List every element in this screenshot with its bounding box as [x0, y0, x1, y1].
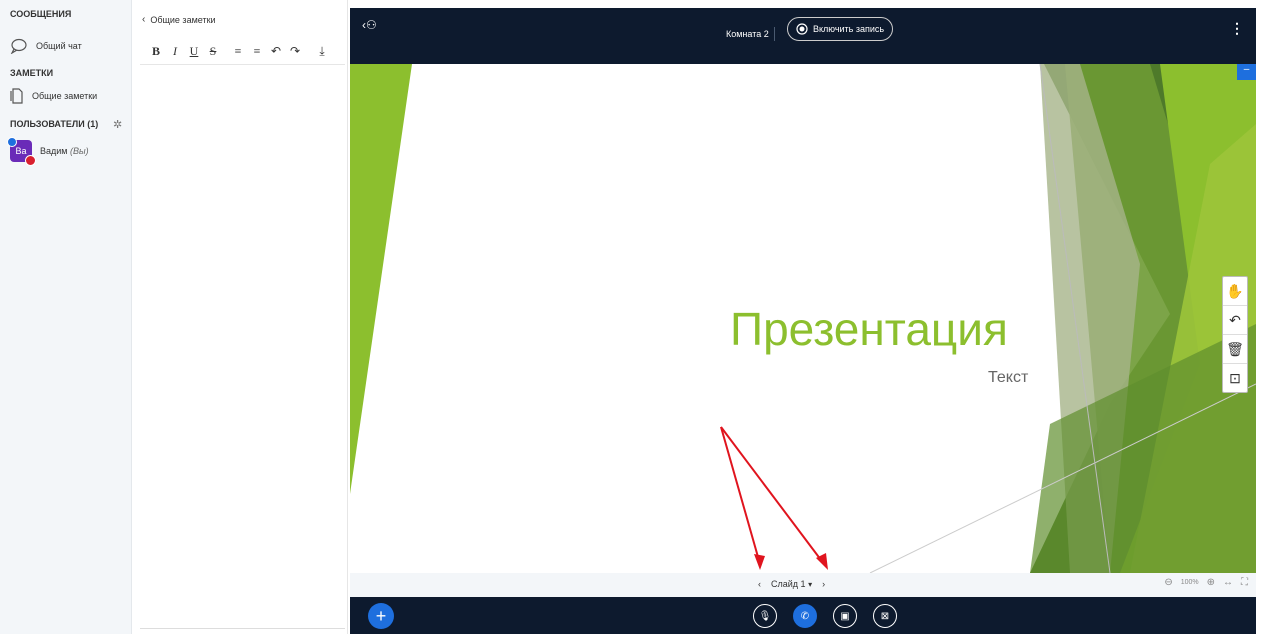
redo-icon[interactable]: ↷ [289, 44, 301, 59]
messages-section-title: СООБЩЕНИЯ [10, 9, 72, 19]
slide-selector[interactable]: Слайд 1 ▾ [771, 579, 812, 589]
bold-button[interactable]: B [150, 44, 162, 59]
user-list-item[interactable]: Ва Вадим (Вы) [7, 137, 89, 166]
phone-icon: ✆ [800, 610, 810, 622]
presenter-badge-icon [7, 137, 17, 147]
options-menu-icon[interactable]: ⋮ [1230, 20, 1244, 37]
slide-controls: ‹ Слайд 1 ▾ › [758, 579, 825, 589]
gear-icon[interactable]: ✲ [113, 118, 122, 131]
avatar-initials: Ва [15, 146, 27, 156]
shared-notes-label: Общие заметки [32, 91, 98, 101]
underline-button[interactable]: U [188, 44, 200, 59]
top-bar: ‹⚇ Комната 2 Включить запись ⋮ [350, 8, 1256, 64]
record-button[interactable]: Включить запись [787, 17, 894, 41]
strikethrough-button[interactable]: S [207, 44, 219, 59]
muted-badge-icon [25, 155, 36, 166]
notes-back-button[interactable]: ‹ Общие заметки [142, 14, 216, 25]
trash-icon[interactable]: 🗑 [1223, 335, 1247, 364]
whiteboard-toolbar: ✋ ↶ 🗑 ⊡ [1222, 276, 1248, 393]
zoom-in-icon[interactable]: ⊕ [1207, 577, 1215, 588]
presentation-slide: Презентация Текст [350, 64, 1256, 573]
zoom-controls: ⊖ 100% ⊕ ↔ ⛶ [1164, 577, 1248, 588]
record-label: Включить запись [813, 24, 885, 34]
audio-button[interactable]: ✆ [793, 604, 817, 628]
pan-hand-icon[interactable]: ✋ [1223, 277, 1247, 306]
avatar: Ва [7, 137, 36, 166]
chevron-down-icon: ▾ [808, 580, 813, 589]
video-off-icon: ▣ [840, 610, 850, 622]
notes-bottom-divider [140, 628, 345, 629]
notes-panel: ‹ Общие заметки B I U S ≡ ≡ ↶ ↷ ⤓ [132, 0, 348, 634]
download-icon[interactable]: ⤓ [316, 44, 328, 59]
notes-header-title: Общие заметки [150, 14, 216, 25]
zoom-level: 100% [1180, 579, 1199, 586]
notes-icon [10, 88, 23, 104]
main-area: ‹⚇ Комната 2 Включить запись ⋮ Презентац… [347, 0, 1261, 634]
notes-toolbar: B I U S ≡ ≡ ↶ ↷ ⤓ [150, 44, 328, 59]
screenshare-button[interactable]: ⊠ [873, 604, 897, 628]
prev-slide-button[interactable]: ‹ [758, 579, 761, 589]
notes-section-title: ЗАМЕТКИ [10, 68, 54, 78]
room-name: Комната 2 [726, 29, 769, 39]
ordered-list-icon[interactable]: ≡ [232, 44, 244, 59]
undo-annotation-icon[interactable]: ↶ [1223, 306, 1247, 335]
chat-icon [10, 38, 27, 54]
fit-width-icon[interactable]: ↔ [1223, 577, 1233, 588]
annotation-arrows [720, 426, 828, 570]
record-icon [796, 23, 808, 35]
public-chat-label: Общий чат [36, 41, 82, 51]
users-section-title: ПОЛЬЗОВАТЕЛИ (1) [10, 119, 99, 129]
screenshare-off-icon: ⊠ [880, 610, 890, 622]
multiuser-icon[interactable]: ⊡ [1223, 364, 1247, 392]
webcam-button[interactable]: ▣ [833, 604, 857, 628]
italic-button[interactable]: I [169, 44, 181, 59]
user-name: Вадим (Вы) [40, 146, 89, 156]
topbar-divider [774, 27, 775, 41]
shared-notes-item[interactable]: Общие заметки [10, 88, 97, 104]
mic-off-icon: 🎙 [758, 610, 772, 622]
bullet-list-icon[interactable]: ≡ [251, 44, 263, 59]
mute-microphone-button[interactable]: 🎙 [753, 604, 777, 628]
toggle-userlist-icon[interactable]: ‹⚇ [362, 18, 377, 32]
next-slide-button[interactable]: › [822, 579, 825, 589]
fullscreen-icon[interactable]: ⛶ [1241, 577, 1248, 588]
chevron-left-icon: ‹ [142, 14, 146, 25]
undo-icon[interactable]: ↶ [270, 44, 282, 59]
toolbar-divider [140, 64, 345, 65]
left-sidebar: СООБЩЕНИЯ Общий чат ЗАМЕТКИ Общие заметк… [0, 0, 132, 634]
public-chat-item[interactable]: Общий чат [10, 38, 82, 54]
zoom-out-icon[interactable]: ⊖ [1164, 577, 1172, 588]
slide-navigation-bar: ‹ Слайд 1 ▾ › ⊖ 100% ⊕ ↔ ⛶ [350, 573, 1256, 597]
minimize-presentation-button[interactable]: – [1237, 64, 1256, 80]
bottom-action-bar: + 🎙 ✆ ▣ ⊠ [350, 597, 1256, 634]
actions-plus-button[interactable]: + [368, 603, 394, 629]
